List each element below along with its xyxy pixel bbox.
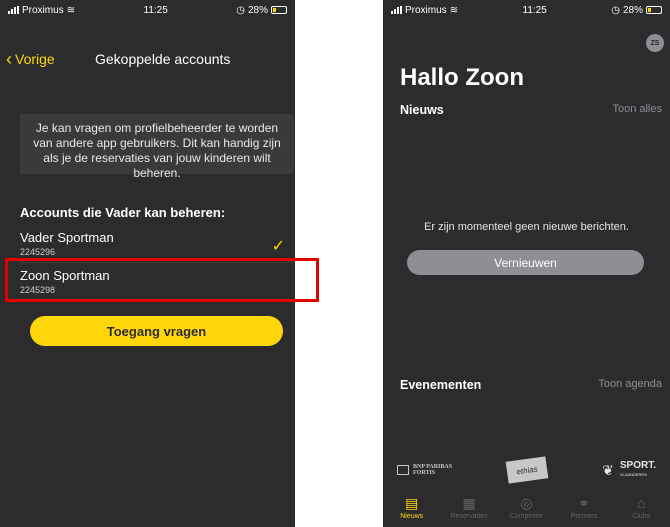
tab-nieuws[interactable]: ▤ Nieuws [384,495,439,527]
tab-competitie[interactable]: ◎ Competitie [499,495,554,527]
events-section-header: Evenementen Toon agenda [400,378,670,392]
events-title: Evenementen [400,378,482,392]
calendar-icon: ▦ [462,495,476,511]
back-label: Vorige [15,51,55,67]
tab-label: Nieuws [400,513,424,520]
account-row-vader[interactable]: Vader Sportman 2245296 ✓ [0,226,295,264]
account-name: Zoon Sportman [20,268,110,283]
tab-label: Competitie [509,513,544,520]
carrier-name: Proximus [22,4,64,16]
show-agenda-link[interactable]: Toon agenda [598,378,662,392]
tab-reservaties[interactable]: ▦ Reservaties [442,495,497,527]
back-button[interactable]: ‹ Vorige [6,50,55,68]
ethias-logo: ethias [505,456,549,484]
show-all-link[interactable]: Toon alles [612,103,662,117]
carrier-name: Proximus [405,4,447,16]
news-title: Nieuws [400,103,444,117]
account-id: 2245296 [20,247,56,257]
greeting-title: Hallo Zoon [400,64,524,91]
sponsor-bar: BNP PARIBAS FORTIS ethias ❦ SPORT. VLAAN… [383,455,670,485]
page-title: Gekoppelde accounts [95,51,231,67]
account-id: 2245298 [20,285,56,295]
alarm-icon: ◷ [611,4,620,16]
alarm-icon: ◷ [236,4,245,16]
battery-icon [271,6,287,14]
refresh-button[interactable]: Vernieuwen [407,250,644,275]
battery-icon [646,6,662,14]
nav-bar: ‹ Vorige Gekoppelde accounts [0,44,295,74]
wifi-icon: ≋ [66,4,76,16]
info-box: Je kan vragen om profielbeheerder te wor… [20,114,294,180]
account-name: Vader Sportman [20,230,114,245]
battery-indicator: ◷ 28% [611,5,662,16]
divider [20,262,295,263]
tab-partners[interactable]: ⚭ Partners [556,495,611,527]
wifi-icon: ≋ [449,4,459,16]
section-title: Accounts die Vader kan beheren: [20,205,226,220]
ball-icon: ◎ [520,495,533,511]
sport-line2: VLAANDEREN [619,472,647,477]
status-bar: Proximus ≋ 11:25 ◷ 28% [0,0,295,20]
request-access-button[interactable]: Toegang vragen [30,316,283,346]
carrier-signal: Proximus ≋ [391,5,458,16]
carrier-signal: Proximus ≋ [8,5,75,16]
tab-label: Clubs [632,513,651,520]
checkmark-icon: ✓ [271,238,285,255]
bnp-logo-icon [397,465,409,475]
empty-news-message: Er zijn momenteel geen nieuwe berichten. [424,221,629,233]
tab-bar: ▤ Nieuws ▦ Reservaties ◎ Competitie ⚭ Pa… [383,492,670,527]
right-phone-screen: Proximus ≋ 11:25 ◷ 28% ZS Hallo Zoon Nie… [383,0,670,527]
status-bar: Proximus ≋ 11:25 ◷ 28% [383,0,670,20]
sport-vlaanderen-logo: ❦ SPORT. VLAANDEREN [602,461,656,479]
news-section-header: Nieuws Toon alles [400,103,670,117]
bnp-line2: FORTIS [413,470,436,476]
status-time: 11:25 [522,4,547,16]
account-row-zoon[interactable]: Zoon Sportman 2245298 [0,264,295,302]
tab-label: Reservaties [450,513,488,520]
signal-icon [391,6,402,14]
status-time: 11:25 [143,4,168,16]
chevron-left-icon: ‹ [6,49,12,69]
battery-indicator: ◷ 28% [236,5,287,16]
avatar[interactable]: ZS [646,34,664,52]
tab-clubs[interactable]: ⌂ Clubs [614,495,669,527]
left-phone-screen: Proximus ≋ 11:25 ◷ 28% ‹ Vorige Gekoppel… [0,0,295,527]
news-icon: ▤ [405,495,419,511]
battery-percent: 28% [622,4,643,16]
tab-label: Partners [570,513,598,520]
leaf-icon: ❦ [602,461,614,478]
battery-percent: 28% [247,4,268,16]
clubs-icon: ⌂ [637,495,646,511]
handshake-icon: ⚭ [577,495,590,511]
signal-icon [8,6,19,14]
bnp-paribas-fortis-logo: BNP PARIBAS FORTIS [397,464,452,476]
